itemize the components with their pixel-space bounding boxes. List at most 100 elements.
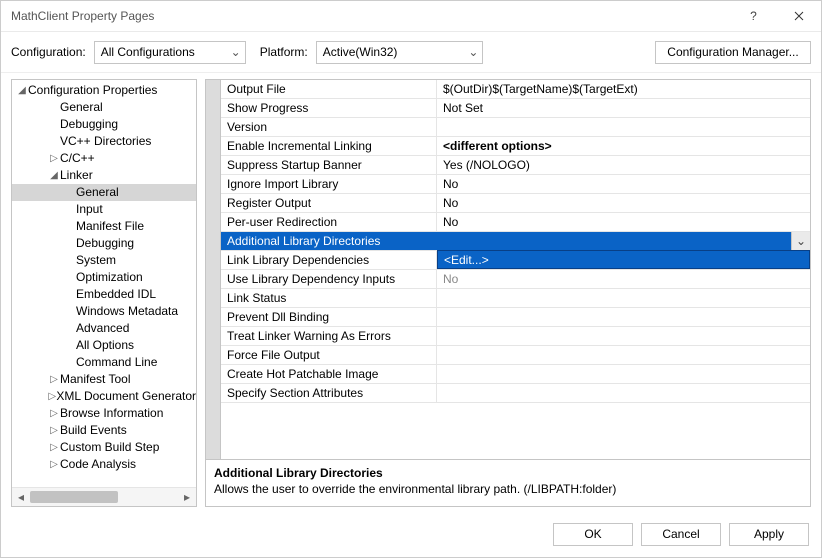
apply-button[interactable]: Apply <box>729 523 809 546</box>
tree-item-label: Build Events <box>60 422 127 439</box>
tree-item[interactable]: ▷Custom Build Step <box>12 439 196 456</box>
expand-icon[interactable]: ▷ <box>48 388 56 405</box>
property-value[interactable]: <Edit...> <box>437 250 810 269</box>
category-tree[interactable]: ◢Configuration PropertiesGeneralDebuggin… <box>11 79 197 507</box>
tree-item[interactable]: Optimization <box>12 269 196 286</box>
tree-item-label: VC++ Directories <box>60 133 151 150</box>
tree-item[interactable]: Windows Metadata <box>12 303 196 320</box>
property-row[interactable]: Ignore Import LibraryNo <box>221 175 810 194</box>
property-value[interactable] <box>437 118 810 136</box>
configuration-manager-button[interactable]: Configuration Manager... <box>655 41 811 64</box>
tree-item[interactable]: ◢Linker <box>12 167 196 184</box>
property-row[interactable]: Force File Output <box>221 346 810 365</box>
tree-item-label: Code Analysis <box>60 456 136 473</box>
property-value[interactable]: No <box>437 270 810 288</box>
scroll-thumb[interactable] <box>30 491 118 503</box>
tree-item[interactable]: General <box>12 184 196 201</box>
help-body: Allows the user to override the environm… <box>214 482 802 496</box>
property-row[interactable]: Output File$(OutDir)$(TargetName)$(Targe… <box>221 80 810 99</box>
property-name: Suppress Startup Banner <box>221 156 437 174</box>
property-value[interactable] <box>437 346 810 364</box>
tree-item[interactable]: Debugging <box>12 235 196 252</box>
property-name: Show Progress <box>221 99 437 117</box>
property-row[interactable]: Show ProgressNot Set <box>221 99 810 118</box>
configuration-label: Configuration: <box>11 45 86 59</box>
property-value[interactable] <box>437 308 810 326</box>
tree-item[interactable]: System <box>12 252 196 269</box>
property-value[interactable]: <different options> <box>437 137 810 155</box>
property-row[interactable]: Version <box>221 118 810 137</box>
tree-item[interactable]: ▷C/C++ <box>12 150 196 167</box>
window-title: MathClient Property Pages <box>11 9 731 23</box>
property-name: Specify Section Attributes <box>221 384 437 402</box>
property-value[interactable]: Not Set <box>437 99 810 117</box>
property-value[interactable] <box>437 289 810 307</box>
tree-item-label: C/C++ <box>60 150 95 167</box>
tree-item[interactable]: ▷Build Events <box>12 422 196 439</box>
expand-icon[interactable]: ▷ <box>48 456 60 473</box>
tree-item-label: Input <box>76 201 103 218</box>
tree-item[interactable]: Command Line <box>12 354 196 371</box>
property-row[interactable]: Per-user RedirectionNo <box>221 213 810 232</box>
close-button[interactable] <box>776 1 821 31</box>
titlebar: MathClient Property Pages ? <box>1 1 821 32</box>
property-name: Force File Output <box>221 346 437 364</box>
tree-item-label: Debugging <box>76 235 134 252</box>
property-row[interactable]: Prevent Dll Binding <box>221 308 810 327</box>
expand-icon[interactable]: ◢ <box>16 82 28 99</box>
tree-item-label: Embedded IDL <box>76 286 156 303</box>
expand-icon[interactable]: ◢ <box>48 167 60 184</box>
property-row[interactable]: Use Library Dependency InputsNo <box>221 270 810 289</box>
expand-icon[interactable]: ▷ <box>48 439 60 456</box>
platform-combo[interactable]: Active(Win32) ⌄ <box>316 41 484 64</box>
cancel-button[interactable]: Cancel <box>641 523 721 546</box>
scroll-track[interactable] <box>30 489 178 505</box>
tree-item[interactable]: General <box>12 99 196 116</box>
property-row[interactable]: Treat Linker Warning As Errors <box>221 327 810 346</box>
property-value[interactable] <box>437 384 810 402</box>
help-button[interactable]: ? <box>731 1 776 31</box>
property-row[interactable]: Suppress Startup BannerYes (/NOLOGO) <box>221 156 810 175</box>
property-row[interactable]: Register OutputNo <box>221 194 810 213</box>
tree-item[interactable]: Advanced <box>12 320 196 337</box>
property-row[interactable]: Create Hot Patchable Image <box>221 365 810 384</box>
expand-icon[interactable]: ▷ <box>48 150 60 167</box>
property-name: Register Output <box>221 194 437 212</box>
tree-item[interactable]: Embedded IDL <box>12 286 196 303</box>
property-row[interactable]: Link Status <box>221 289 810 308</box>
scroll-left-icon[interactable]: ◂ <box>12 490 30 504</box>
property-value[interactable]: Yes (/NOLOGO) <box>437 156 810 174</box>
property-row[interactable]: Enable Incremental Linking<different opt… <box>221 137 810 156</box>
platform-value: Active(Win32) <box>323 45 398 59</box>
tree-hscrollbar[interactable]: ◂ ▸ <box>12 487 196 506</box>
expand-icon[interactable]: ▷ <box>48 422 60 439</box>
tree-item[interactable]: Debugging <box>12 116 196 133</box>
property-value[interactable] <box>437 365 810 383</box>
property-row[interactable]: Link Library Dependencies<Edit...> <box>221 251 810 270</box>
scroll-right-icon[interactable]: ▸ <box>178 490 196 504</box>
property-row[interactable]: Additional Library Directories⌄ <box>221 232 810 251</box>
property-value[interactable]: No <box>437 175 810 193</box>
dropdown-button[interactable]: ⌄ <box>791 232 810 250</box>
configuration-combo[interactable]: All Configurations ⌄ <box>94 41 246 64</box>
property-value[interactable]: ⌄ <box>437 232 810 250</box>
help-title: Additional Library Directories <box>214 466 802 480</box>
ok-button[interactable]: OK <box>553 523 633 546</box>
tree-item[interactable]: All Options <box>12 337 196 354</box>
property-value[interactable]: No <box>437 194 810 212</box>
tree-item[interactable]: ▷Code Analysis <box>12 456 196 473</box>
property-value[interactable] <box>437 327 810 345</box>
expand-icon[interactable]: ▷ <box>48 371 60 388</box>
tree-item[interactable]: Input <box>12 201 196 218</box>
property-value[interactable]: $(OutDir)$(TargetName)$(TargetExt) <box>437 80 810 98</box>
tree-item[interactable]: VC++ Directories <box>12 133 196 150</box>
tree-item[interactable]: ▷Browse Information <box>12 405 196 422</box>
tree-item-label: Command Line <box>76 354 157 371</box>
expand-icon[interactable]: ▷ <box>48 405 60 422</box>
tree-item[interactable]: ▷XML Document Generator <box>12 388 196 405</box>
tree-root[interactable]: ◢Configuration Properties <box>12 82 196 99</box>
property-row[interactable]: Specify Section Attributes <box>221 384 810 403</box>
tree-item[interactable]: ▷Manifest Tool <box>12 371 196 388</box>
tree-item[interactable]: Manifest File <box>12 218 196 235</box>
property-value[interactable]: No <box>437 213 810 231</box>
